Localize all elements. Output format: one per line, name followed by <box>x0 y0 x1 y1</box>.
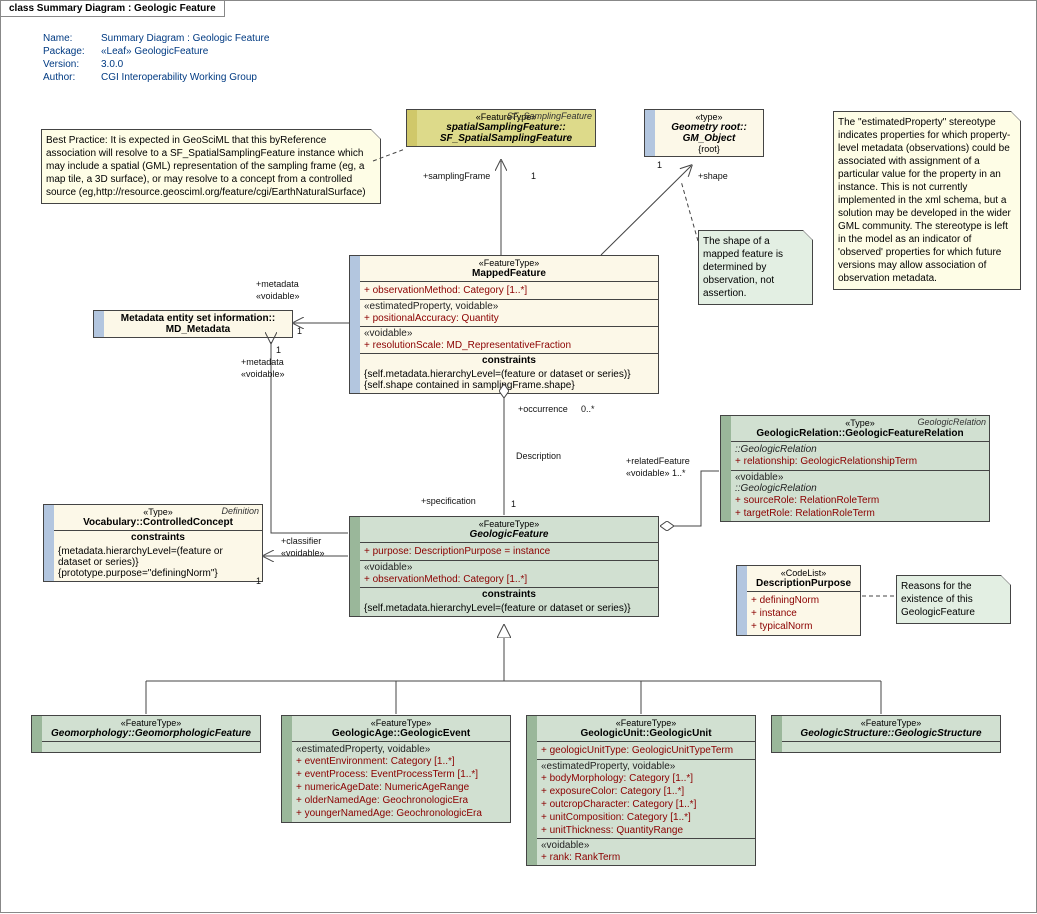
lbl-metadata-1: +metadata <box>256 279 299 289</box>
class-md-metadata: Metadata entity set information:: MD_Met… <box>93 310 293 338</box>
frame-title: class Summary Diagram : Geologic Feature <box>1 1 225 17</box>
lbl-one-3: 1 <box>297 326 302 336</box>
lbl-voidable-3: «voidable» <box>281 548 325 558</box>
lbl-voidable-1star: «voidable» 1..* <box>626 468 686 478</box>
class-gm-object: «type»Geometry root:: GM_Object{root} <box>644 109 764 157</box>
class-geologic-feature: «FeatureType»GeologicFeature + purpose: … <box>349 516 659 617</box>
note-reason: Reasons for the existence of this Geolog… <box>896 575 1011 624</box>
lbl-one-6: 1 <box>256 576 261 586</box>
class-geologic-structure: «FeatureType»GeologicStructure::Geologic… <box>771 715 1001 753</box>
lbl-shape: +shape <box>698 171 728 181</box>
class-controlled-concept: Definition «Type»Vocabulary::ControlledC… <box>43 504 263 582</box>
note-estimated-property: The "estimatedProperty" stereotype indic… <box>833 111 1021 290</box>
lbl-occurrence: +occurrence <box>518 404 568 414</box>
class-description-purpose: «CodeList»DescriptionPurpose + definingN… <box>736 565 861 636</box>
class-geologic-unit: «FeatureType»GeologicUnit::GeologicUnit … <box>526 715 756 866</box>
diagram-metadata: Name:Summary Diagram : Geologic Feature … <box>41 31 277 85</box>
lbl-related-feature: +relatedFeature <box>626 456 690 466</box>
lbl-sampling-frame: +samplingFrame <box>423 171 490 181</box>
lbl-zero-star: 0..* <box>581 404 595 414</box>
lbl-description: Description <box>516 451 561 461</box>
class-geomorphologic-feature: «FeatureType»Geomorphology::Geomorpholog… <box>31 715 261 753</box>
note-shape: The shape of a mapped feature is determi… <box>698 230 813 305</box>
lbl-one-1: 1 <box>531 171 536 181</box>
class-sf-spatial-sampling-feature: SF_SamplingFeature «FeatureType»spatialS… <box>406 109 596 147</box>
lbl-one-4: 1 <box>276 345 281 355</box>
lbl-one-5: 1 <box>511 499 516 509</box>
class-geologic-event: «FeatureType»GeologicAge::GeologicEvent … <box>281 715 511 823</box>
lbl-metadata-2: +metadata <box>241 357 284 367</box>
lbl-one-2: 1 <box>657 160 662 170</box>
lbl-specification: +specification <box>421 496 476 506</box>
class-geologic-feature-relation: GeologicRelation «Type»GeologicRelation:… <box>720 415 990 522</box>
lbl-voidable-1: «voidable» <box>256 291 300 301</box>
lbl-voidable-2: «voidable» <box>241 369 285 379</box>
note-best-practice: Best Practice: It is expected in GeoSciM… <box>41 129 381 204</box>
class-mapped-feature: «FeatureType»MappedFeature + observation… <box>349 255 659 394</box>
lbl-classifier: +classifier <box>281 536 321 546</box>
diagram-frame: class Summary Diagram : Geologic Feature… <box>0 0 1037 913</box>
